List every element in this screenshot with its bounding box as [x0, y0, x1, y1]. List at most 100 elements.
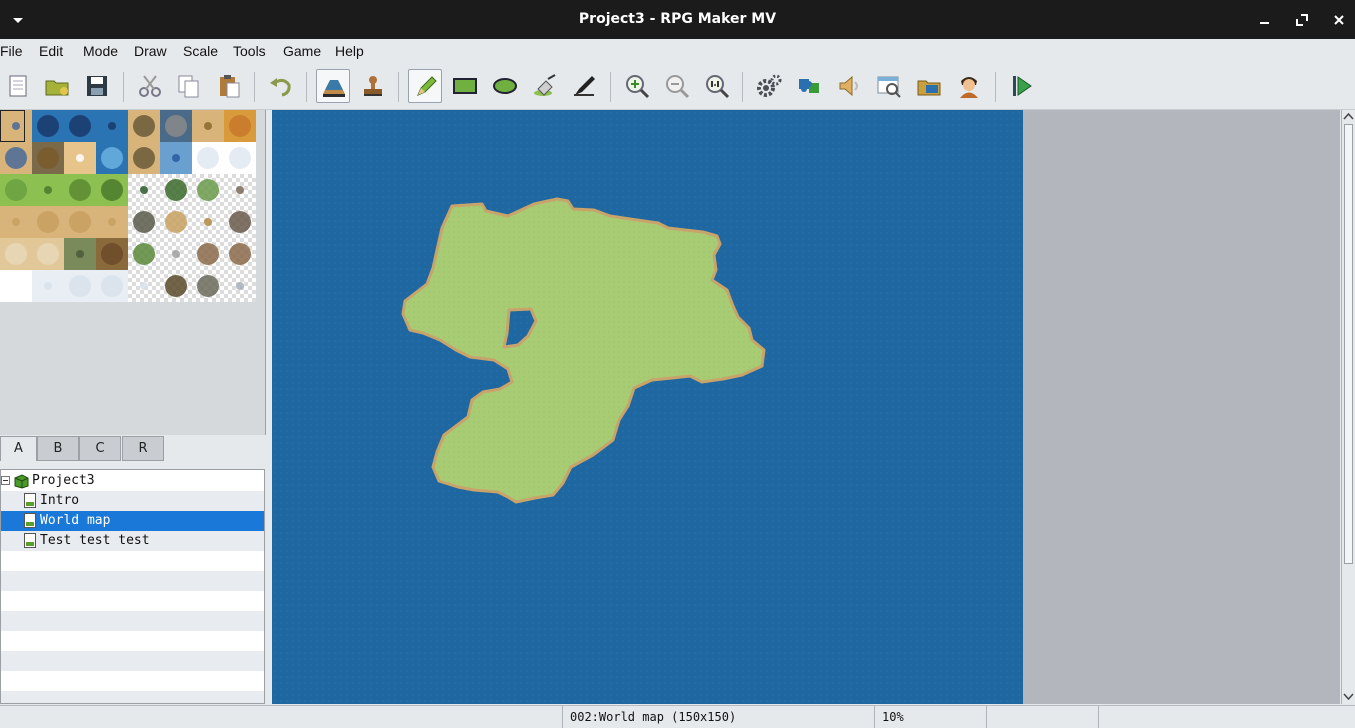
status-map-info: 002:World map (150x150)	[562, 706, 874, 728]
document-icon	[9, 75, 27, 97]
close-icon[interactable]	[1329, 10, 1349, 30]
collapse-icon[interactable]	[1, 476, 10, 485]
cut-button[interactable]	[133, 69, 167, 103]
pencil-button[interactable]	[408, 69, 442, 103]
tileset-palette[interactable]	[0, 110, 266, 435]
scroll-up-icon[interactable]	[1343, 112, 1354, 122]
menu-help[interactable]: Help	[335, 43, 364, 59]
tree-item-label: Test test test	[40, 533, 150, 548]
menu-file[interactable]: File	[0, 43, 23, 59]
tile-graphic	[229, 243, 251, 265]
rectangle-button[interactable]	[448, 69, 482, 103]
tile-graphic	[108, 122, 116, 130]
world-map-canvas[interactable]	[272, 110, 1340, 704]
tile-graphic	[229, 211, 251, 233]
tile-graphic	[197, 179, 219, 201]
menu-game[interactable]: Game	[283, 43, 321, 59]
sound-test-button[interactable]	[832, 69, 866, 103]
plugin-manager-button[interactable]	[792, 69, 826, 103]
clipboard-icon	[220, 75, 240, 98]
menu-mode[interactable]: Mode	[83, 43, 118, 59]
event-searcher-button[interactable]	[872, 69, 906, 103]
save-project-button[interactable]	[80, 69, 114, 103]
tile-graphic	[229, 115, 251, 137]
zoom-out-icon	[666, 75, 690, 99]
tile-graphic	[204, 122, 212, 130]
tree-item-test[interactable]: Test test test	[1, 531, 264, 551]
menu-scale[interactable]: Scale	[183, 43, 218, 59]
play-icon	[1013, 76, 1032, 96]
tab-a[interactable]: A	[0, 436, 37, 461]
tile-graphic	[69, 115, 91, 137]
floppy-icon	[87, 76, 107, 96]
map-tree: Project3 Intro World map Test test test	[0, 469, 265, 704]
shadow-pen-icon	[574, 76, 595, 96]
map-vertical-scrollbar[interactable]	[1341, 110, 1355, 704]
map-sheet-icon	[24, 513, 36, 528]
tree-empty-row	[1, 631, 264, 651]
fill-icon	[534, 74, 556, 96]
tile-graphic	[172, 154, 180, 162]
tile-graphic	[5, 243, 27, 265]
scroll-down-icon[interactable]	[1343, 691, 1354, 701]
ellipse-icon	[493, 78, 517, 94]
zoom-1to1-icon	[706, 75, 730, 99]
tileset-grid[interactable]	[0, 110, 265, 435]
tile-graphic	[76, 154, 84, 162]
minimize-icon[interactable]	[1255, 10, 1275, 30]
menu-edit[interactable]: Edit	[39, 43, 63, 59]
paste-button[interactable]	[212, 69, 246, 103]
playtest-button[interactable]	[1005, 69, 1039, 103]
event-mode-button[interactable]	[356, 69, 390, 103]
ellipse-button[interactable]	[488, 69, 522, 103]
tile-graphic	[229, 147, 251, 169]
copy-button[interactable]	[172, 69, 206, 103]
tree-empty-row	[1, 691, 264, 703]
tile-graphic	[69, 179, 91, 201]
map-canvas-area[interactable]	[272, 110, 1340, 704]
maximize-icon[interactable]	[1292, 10, 1312, 30]
tile-graphic	[69, 275, 91, 297]
scroll-thumb[interactable]	[1344, 124, 1353, 564]
actual-size-button[interactable]	[700, 69, 734, 103]
tile-graphic	[101, 179, 123, 201]
map-mode-button[interactable]	[316, 69, 350, 103]
flood-fill-button[interactable]	[528, 69, 562, 103]
tab-c[interactable]: C	[79, 436, 121, 461]
tile-graphic	[101, 147, 123, 169]
menu-tools[interactable]: Tools	[233, 43, 266, 59]
tree-item-world-map[interactable]: World map	[1, 511, 264, 531]
title-bar: Project3 - RPG Maker MV	[0, 0, 1355, 39]
tree-item-project[interactable]: Project3	[1, 471, 264, 491]
open-project-button[interactable]	[40, 69, 74, 103]
character-generator-button[interactable]	[952, 69, 986, 103]
copy-icon	[178, 75, 199, 98]
tree-empty-row	[1, 671, 264, 691]
status-empty	[986, 706, 1098, 728]
pencil-icon	[417, 76, 437, 96]
tile-graphic	[236, 186, 244, 194]
map-layers-icon	[323, 80, 345, 97]
shadow-pen-button[interactable]	[568, 69, 602, 103]
status-zoom: 10%	[874, 706, 986, 728]
tile-graphic	[197, 243, 219, 265]
tile-graphic	[165, 211, 187, 233]
character-icon	[960, 77, 978, 98]
status-empty	[1098, 706, 1355, 728]
tile-graphic	[204, 218, 212, 226]
menu-draw[interactable]: Draw	[134, 43, 167, 59]
tile-graphic	[37, 115, 59, 137]
zoom-in-button[interactable]	[620, 69, 654, 103]
database-button[interactable]	[752, 69, 786, 103]
tab-r[interactable]: R	[122, 436, 164, 461]
speaker-icon	[839, 75, 858, 97]
tab-b[interactable]: B	[37, 436, 79, 461]
tile-graphic	[5, 147, 27, 169]
resource-manager-button[interactable]	[912, 69, 946, 103]
toolbar-separator	[742, 72, 743, 102]
tree-item-intro[interactable]: Intro	[1, 491, 264, 511]
tree-empty-row	[1, 551, 264, 571]
undo-button[interactable]	[264, 69, 298, 103]
zoom-out-button[interactable]	[660, 69, 694, 103]
new-project-button[interactable]	[1, 69, 35, 103]
